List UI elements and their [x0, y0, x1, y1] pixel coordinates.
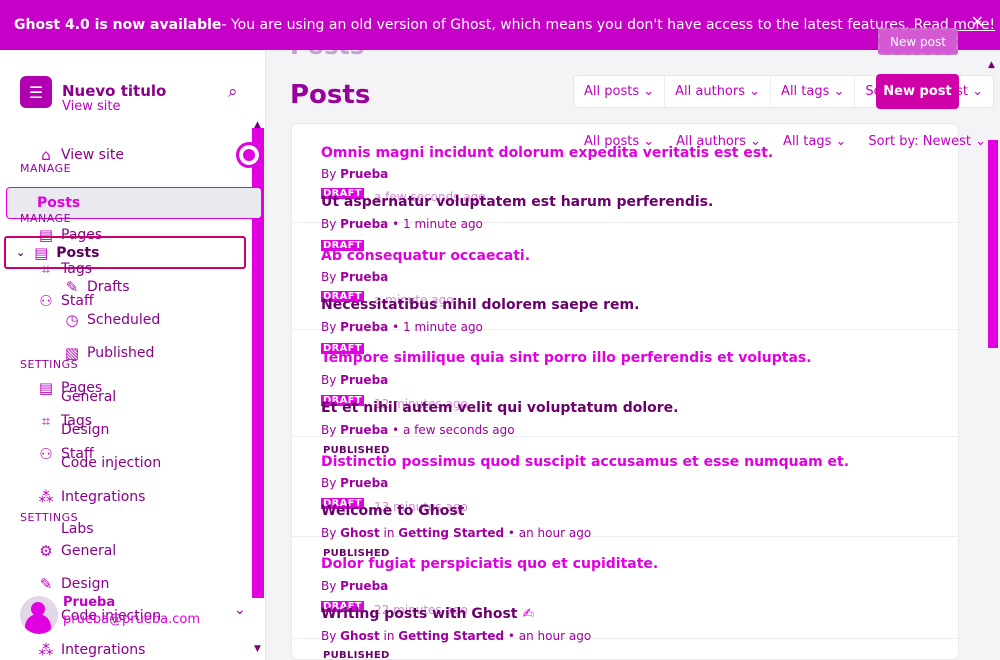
filter-bar-ghost: All posts ⌄ All authors ⌄ All tags ⌄ Sor…	[584, 134, 986, 149]
post-meta: By Prueba • 1 minute ago	[321, 217, 483, 231]
settings-section-label: SETTINGS	[20, 358, 79, 371]
filter-all-authors[interactable]: All authors ⌄	[665, 76, 772, 107]
post-title[interactable]: Welcome to Ghost	[321, 503, 464, 519]
sidebar-item-label: General	[61, 389, 117, 405]
sidebar-item-label: Scheduled	[87, 312, 161, 328]
filter-all-tags[interactable]: All tags ⌄	[771, 76, 856, 107]
post-meta: By Ghost in Getting Started • an hour ag…	[321, 526, 592, 540]
chevron-down-icon[interactable]: ⌄	[234, 602, 246, 618]
sidebar-item-design-ghost[interactable]: Design	[61, 422, 109, 438]
user-name: Prueba	[63, 595, 116, 610]
post-meta: By Prueba	[321, 579, 389, 593]
page-title: Posts	[290, 80, 371, 110]
post-title[interactable]: Tempore similique quia sint porro illo p…	[321, 350, 812, 366]
sidebar-item-label: View site	[61, 147, 124, 163]
sidebar-item-label: General	[61, 543, 117, 559]
site-title[interactable]: Nuevo titulo	[62, 82, 166, 100]
sidebar-item-staff-ghost[interactable]: ⚇ Staff	[36, 292, 94, 310]
post-meta: By Prueba	[321, 167, 389, 181]
sidebar-item-general[interactable]: ⚙ General	[36, 542, 116, 560]
sidebar-item-label: Posts	[37, 195, 81, 211]
scroll-up-arrow-icon[interactable]: ▲	[988, 60, 995, 70]
user-email: prueba@prueba.com	[63, 612, 201, 627]
filter-all-posts-ghost[interactable]: All posts ⌄	[584, 134, 654, 149]
sidebar: ☰ Nuevo titulo View site ⌕ ▲ ▼ ⌂ View si…	[0, 50, 266, 660]
post-title[interactable]: Necessitatibus nihil dolorem saepe rem.	[321, 297, 639, 313]
sidebar-item-label: Labs	[61, 521, 94, 537]
avatar[interactable]	[20, 596, 58, 634]
gear-icon: ⚙	[39, 542, 53, 560]
post-meta: By Prueba • 1 minute ago	[321, 320, 483, 334]
new-post-button[interactable]: New post	[876, 74, 959, 109]
staff-icon: ⚇	[39, 445, 53, 463]
post-meta: By Prueba • a few seconds ago	[321, 423, 515, 437]
sidebar-item-general-ghost[interactable]: General	[61, 389, 116, 405]
filter-all-tags-ghost[interactable]: All tags ⌄	[783, 134, 846, 149]
clock-icon: ◷	[65, 311, 79, 329]
sidebar-item-scheduled[interactable]: ◷ Scheduled	[62, 311, 160, 329]
tag-icon: ⌗	[41, 260, 51, 278]
integrations-icon: ⁂	[38, 641, 54, 659]
banner-title: Ghost 4.0 is now available	[14, 17, 222, 33]
post-title[interactable]: Ab consequatur occaecati.	[321, 248, 530, 264]
notification-ring-icon[interactable]	[236, 142, 262, 168]
staff-icon: ⚇	[39, 292, 53, 310]
post-meta: By Prueba	[321, 373, 389, 387]
status-badge: PUBLISHED	[323, 650, 390, 660]
tag-icon: ⌗	[41, 412, 51, 430]
integrations-icon: ⁂	[38, 488, 54, 506]
search-icon[interactable]: ⌕	[228, 82, 238, 102]
sidebar-item-label: Code injection	[61, 455, 162, 471]
sidebar-item-integrations-ghost[interactable]: ⁂ Integrations	[36, 488, 146, 506]
update-banner: Ghost 4.0 is now available - You are usi…	[0, 0, 1000, 50]
post-meta: By Ghost in Getting Started • an hour ag…	[321, 629, 592, 643]
post-title[interactable]: Dolor fugiat perspiciatis quo et cupidit…	[321, 556, 658, 572]
sidebar-item-label: Design	[61, 576, 110, 592]
sidebar-item-integrations[interactable]: ⁂ Integrations	[36, 641, 146, 659]
sidebar-item-label: Integrations	[61, 489, 146, 505]
sidebar-item-label: Tags	[61, 261, 92, 277]
manage-section-label: MANAGE	[20, 162, 72, 175]
post-title[interactable]: Distinctio possimus quod suscipit accusa…	[321, 454, 849, 470]
pages-icon: ▤	[38, 379, 54, 397]
chevron-down-icon[interactable]: ⌄	[16, 246, 25, 259]
brush-icon: ✎	[39, 575, 53, 593]
hand-icon: ✍	[522, 606, 535, 622]
sidebar-item-label: Posts	[56, 244, 100, 261]
sidebar-item-design[interactable]: ✎ Design	[36, 575, 110, 593]
sidebar-item-label: Staff	[61, 293, 94, 309]
sidebar-item-tags-ghost[interactable]: ⌗ Tags	[36, 260, 92, 278]
banner-text: - You are using an old version of Ghost,…	[221, 17, 910, 33]
manage-section-label-2: MANAGE	[20, 212, 72, 225]
filter-all-authors-ghost[interactable]: All authors ⌄	[676, 134, 761, 149]
posts-icon: ▤	[34, 243, 49, 262]
sidebar-item-label: Design	[61, 422, 110, 438]
sidebar-item-labs[interactable]: Labs	[61, 521, 94, 537]
post-title[interactable]: Et et nihil autem velit qui voluptatum d…	[321, 400, 678, 416]
post-meta: By Prueba	[321, 476, 389, 490]
post-title[interactable]: Writing posts with Ghost ✍	[321, 606, 534, 622]
post-meta: By Prueba	[321, 270, 389, 284]
posts-list: Omnis magni incidunt dolorum expedita ve…	[291, 123, 959, 660]
sidebar-item-label: Integrations	[61, 642, 146, 658]
scroll-down-arrow-icon[interactable]: ▼	[254, 644, 261, 654]
sidebar-item-code-injection-ghost[interactable]: Code injection	[61, 455, 161, 471]
filter-all-posts[interactable]: All posts ⌄	[574, 76, 666, 107]
filter-sort-ghost[interactable]: Sort by: Newest ⌄	[868, 134, 986, 149]
new-post-button-ghost[interactable]: New post	[878, 28, 958, 55]
post-title[interactable]: Ut aspernatur voluptatem est harum perfe…	[321, 194, 713, 210]
view-site-link[interactable]: View site	[62, 99, 120, 114]
site-logo-icon[interactable]: ☰	[20, 76, 52, 108]
sidebar-item-label: Published	[87, 345, 155, 361]
close-icon[interactable]: ✕	[971, 12, 984, 31]
main-scrollbar[interactable]	[988, 140, 998, 348]
